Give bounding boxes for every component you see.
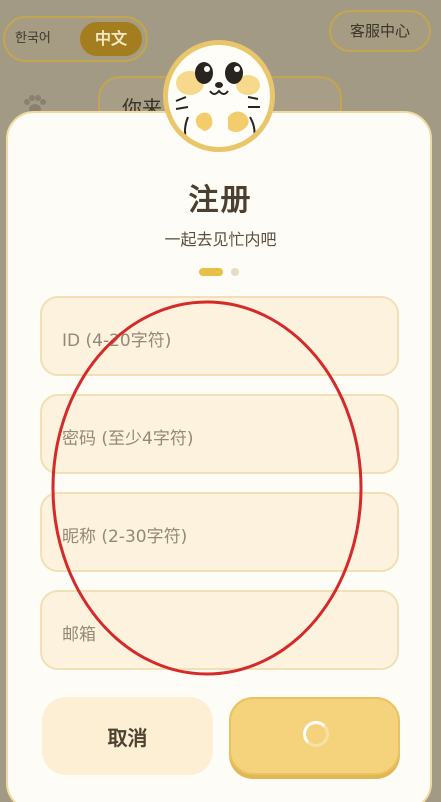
lang-option-chinese[interactable]: 中文 [80, 22, 142, 56]
loading-spinner-icon [303, 721, 329, 747]
cat-avatar [163, 40, 275, 152]
nickname-field[interactable]: 昵称 (2-30字符) [40, 492, 399, 572]
email-field[interactable]: 邮箱 [40, 590, 399, 670]
modal-title: 注册 [188, 183, 253, 218]
modal-subtitle: 一起去见忙内吧 [164, 230, 277, 249]
password-field[interactable]: 密码 (至少4字符) [40, 394, 399, 474]
customer-service-button[interactable]: 客服中心 [329, 10, 431, 52]
cat-face-icon [175, 62, 260, 146]
submit-button[interactable] [229, 697, 400, 775]
id-field[interactable]: ID (4-20字符) [40, 296, 399, 376]
language-toggle[interactable]: 한국어 中文 [3, 16, 148, 62]
step-dot-active [199, 268, 223, 276]
step-indicator [199, 267, 249, 277]
step-dot [231, 268, 239, 276]
lang-option-korean[interactable]: 한국어 [15, 18, 51, 60]
cancel-button[interactable]: 取消 [42, 697, 213, 775]
